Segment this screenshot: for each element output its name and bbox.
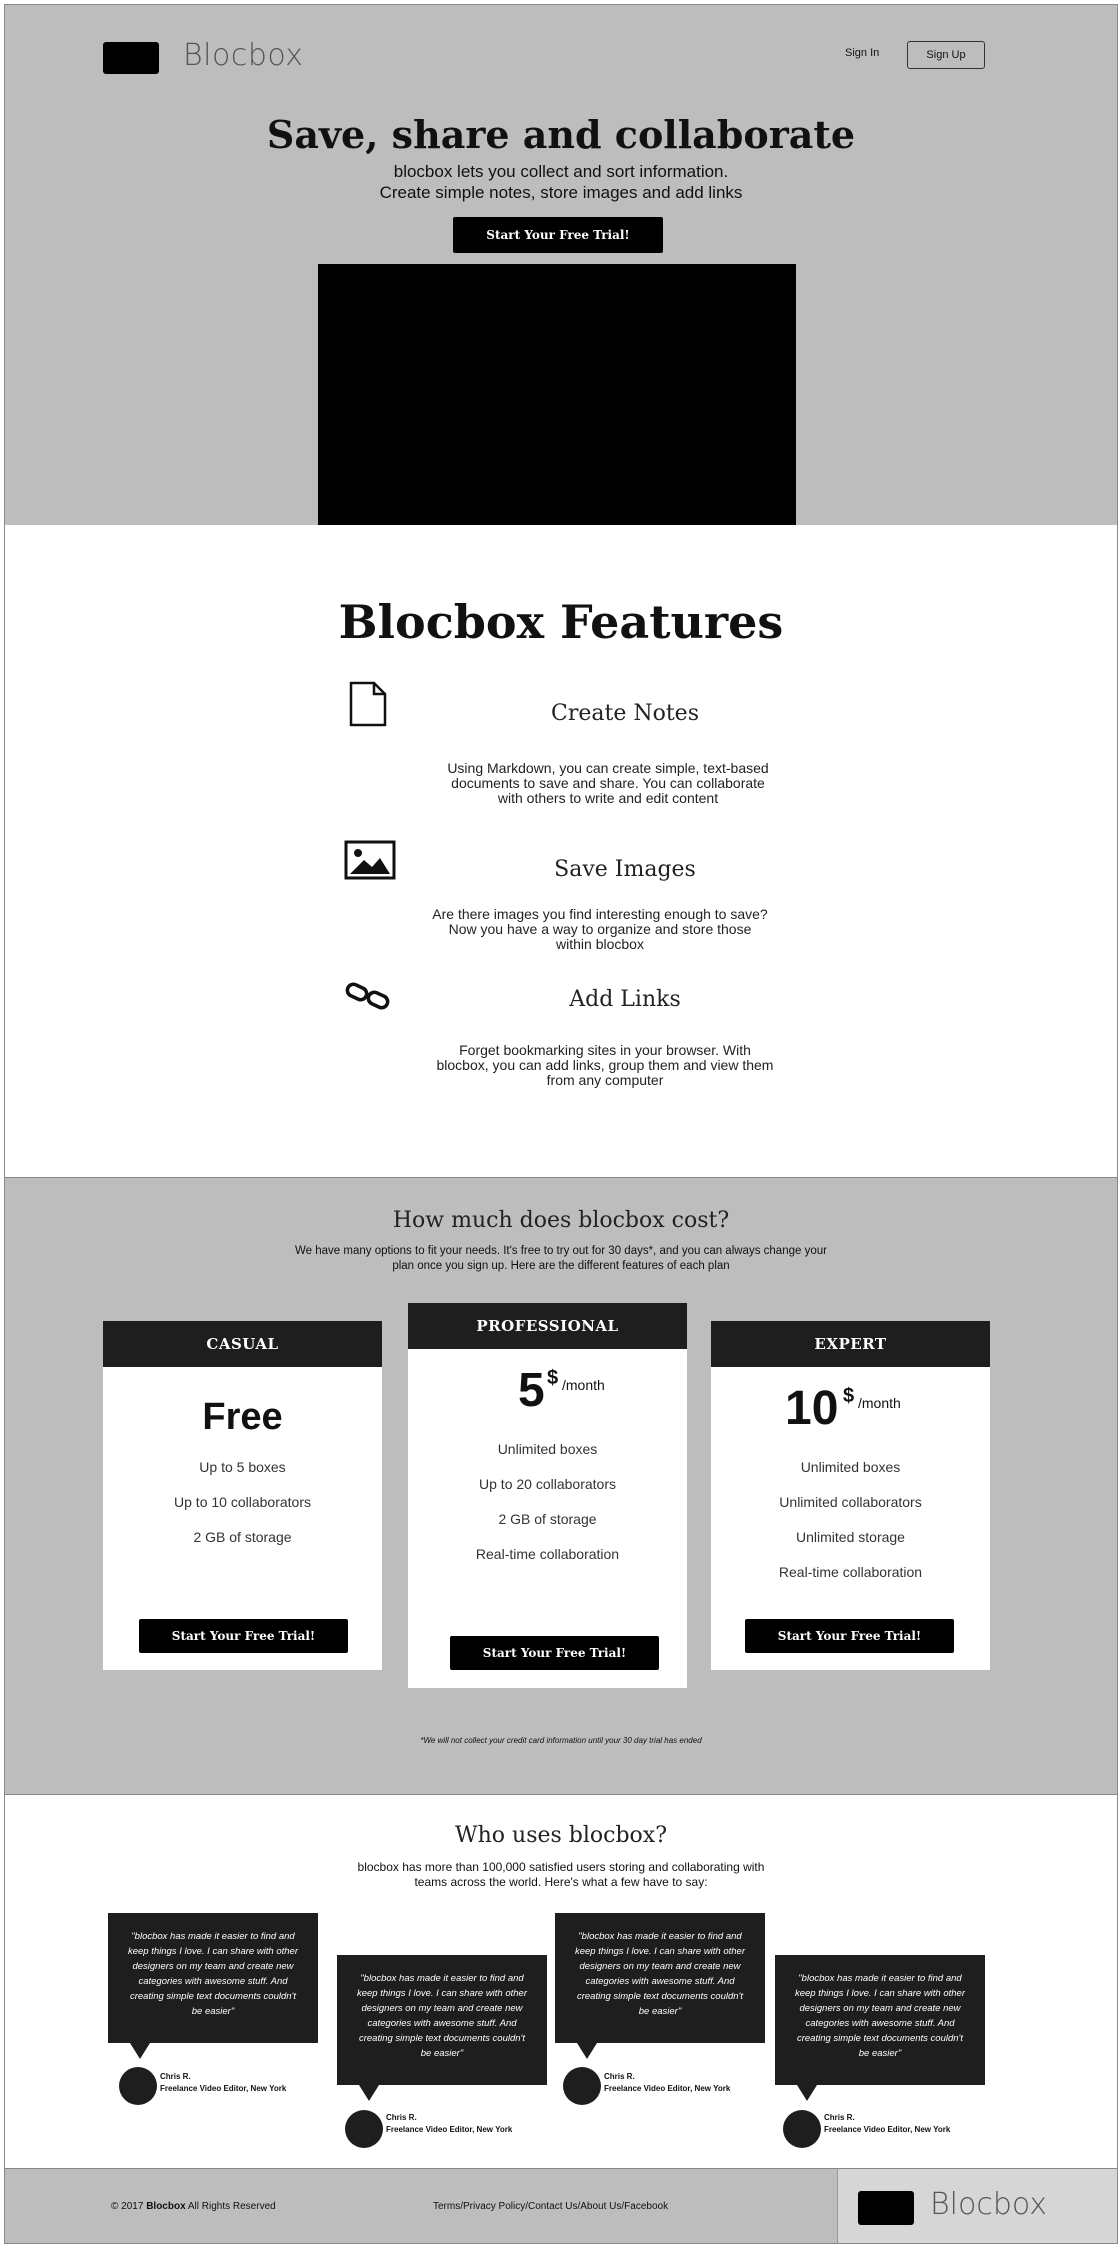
feature-name: Create Notes: [551, 701, 699, 726]
avatar: [119, 2067, 157, 2105]
plan-feature: Real-time collaboration: [475, 1546, 620, 1562]
plan-period: /month: [858, 1395, 901, 1411]
feature-description: Are there images you find interesting en…: [432, 906, 768, 952]
pricing-card-expert: EXPERT 10 $ /month Unlimited boxes Unlim…: [711, 1321, 990, 1670]
hero-cta-button[interactable]: Start Your Free Trial!: [453, 217, 663, 253]
plan-feature: 2 GB of storage: [498, 1511, 597, 1527]
testimonial-author: Chris R. Freelance Video Editor, New Yor…: [824, 2112, 950, 2136]
author-name: Chris R.: [824, 2113, 855, 2122]
footer-copyright: © 2017 Blocbox All Rights Reserved: [111, 2201, 276, 2212]
plan-currency: $: [843, 1385, 855, 1407]
author-role: Freelance Video Editor, New York: [824, 2125, 951, 2134]
document-icon: [348, 681, 388, 732]
author-name: Chris R.: [160, 2072, 191, 2081]
plan-name: EXPERT: [711, 1321, 990, 1367]
testimonial-quote: "blocbox has made it easier to find and …: [555, 1913, 765, 2059]
plan-feature: Unlimited boxes: [800, 1459, 901, 1475]
copyright-brand: Blocbox: [146, 2201, 186, 2212]
feature-description: Forget bookmarking sites in your browser…: [436, 1042, 774, 1088]
sign-up-button[interactable]: Sign Up: [907, 41, 985, 69]
plan-cta-button[interactable]: Start Your Free Trial!: [450, 1636, 659, 1670]
pricing-subtitle: We have many options to fit your needs. …: [295, 1245, 827, 1272]
testimonial-author: Chris R. Freelance Video Editor, New Yor…: [604, 2071, 730, 2095]
hero-subtitle-line: blocbox lets you collect and sort inform…: [393, 162, 729, 181]
pricing-footnote: *We will not collect your credit card in…: [420, 1736, 702, 1745]
testimonial-author: Chris R. Freelance Video Editor, New Yor…: [386, 2112, 512, 2136]
footer-links[interactable]: Terms/Privacy Policy/Contact Us/About Us…: [433, 2201, 668, 2212]
copyright-suffix: All Rights Reserved: [187, 2201, 276, 2212]
copyright-prefix: © 2017: [111, 2201, 144, 2212]
plan-feature: 2 GB of storage: [193, 1529, 292, 1545]
avatar: [563, 2067, 601, 2105]
plan-cta-button[interactable]: Start Your Free Trial!: [745, 1619, 954, 1653]
pricing-title: How much does blocbox cost?: [392, 1208, 730, 1233]
testimonials-subtitle: blocbox has more than 100,000 satisfied …: [357, 1860, 765, 1889]
logo-text[interactable]: Blocbox: [183, 38, 304, 73]
avatar: [783, 2110, 821, 2148]
features-title: Blocbox Features: [338, 595, 784, 649]
plan-price: 10: [785, 1382, 839, 1435]
testimonial-quote: "blocbox has made it easier to find and …: [108, 1913, 318, 2059]
footer-logo-mark[interactable]: [858, 2191, 914, 2225]
author-name: Chris R.: [604, 2072, 635, 2081]
plan-feature: Unlimited boxes: [497, 1441, 598, 1457]
testimonials-title: Who uses blocbox?: [455, 1823, 667, 1848]
plan-feature: Unlimited collaborators: [779, 1494, 922, 1510]
footer: © 2017 Blocbox All Rights Reserved Terms…: [5, 2168, 1117, 2243]
feature-name: Add Links: [569, 987, 681, 1012]
plan-name: CASUAL: [103, 1321, 382, 1367]
plan-period: /month: [562, 1377, 605, 1393]
plan-feature: Unlimited storage: [796, 1529, 905, 1545]
plan-currency: $: [547, 1367, 559, 1389]
author-role: Freelance Video Editor, New York: [386, 2125, 513, 2134]
avatar: [345, 2110, 383, 2148]
feature-name: Save Images: [554, 857, 696, 882]
pricing-section: How much does blocbox cost? We have many…: [5, 1177, 1117, 1795]
feature-description: Using Markdown, you can create simple, t…: [447, 760, 769, 806]
footer-logo-panel: Blocbox: [837, 2169, 1117, 2243]
plan-cta-button[interactable]: Start Your Free Trial!: [139, 1619, 348, 1653]
sign-in-link[interactable]: Sign In: [845, 47, 879, 59]
hero-subtitle: blocbox lets you collect and sort inform…: [5, 161, 1117, 203]
plan-feature: Up to 10 collaborators: [174, 1494, 311, 1510]
hero-section: Blocbox Sign In Sign Up Save, share and …: [5, 5, 1117, 525]
pricing-card-professional: PROFESSIONAL 5 $ /month Unlimited boxes …: [408, 1303, 687, 1688]
page-frame: Blocbox Sign In Sign Up Save, share and …: [4, 4, 1118, 2244]
logo-mark[interactable]: [103, 42, 159, 74]
footer-logo-text[interactable]: Blocbox: [930, 2187, 1047, 2222]
plan-price: Free: [202, 1396, 283, 1438]
hero-media-placeholder: [318, 264, 796, 525]
plan-price: 5: [518, 1364, 545, 1417]
plan-feature: Up to 5 boxes: [199, 1459, 286, 1475]
testimonial-quote: "blocbox has made it easier to find and …: [337, 1955, 547, 2101]
plan-feature: Up to 20 collaborators: [479, 1476, 616, 1492]
author-name: Chris R.: [386, 2113, 417, 2122]
hero-subtitle-line: Create simple notes, store images and ad…: [379, 183, 743, 202]
testimonial-author: Chris R. Freelance Video Editor, New Yor…: [160, 2071, 286, 2095]
author-role: Freelance Video Editor, New York: [604, 2084, 731, 2093]
hero-title: Save, share and collaborate: [266, 112, 856, 157]
pricing-card-casual: CASUAL Free Up to 5 boxes Up to 10 colla…: [103, 1321, 382, 1670]
author-role: Freelance Video Editor, New York: [160, 2084, 287, 2093]
plan-feature: Real-time collaboration: [778, 1564, 923, 1580]
testimonial-quote: "blocbox has made it easier to find and …: [775, 1955, 985, 2101]
image-icon: [344, 840, 396, 885]
plan-name: PROFESSIONAL: [408, 1303, 687, 1349]
link-icon: [344, 981, 392, 1016]
